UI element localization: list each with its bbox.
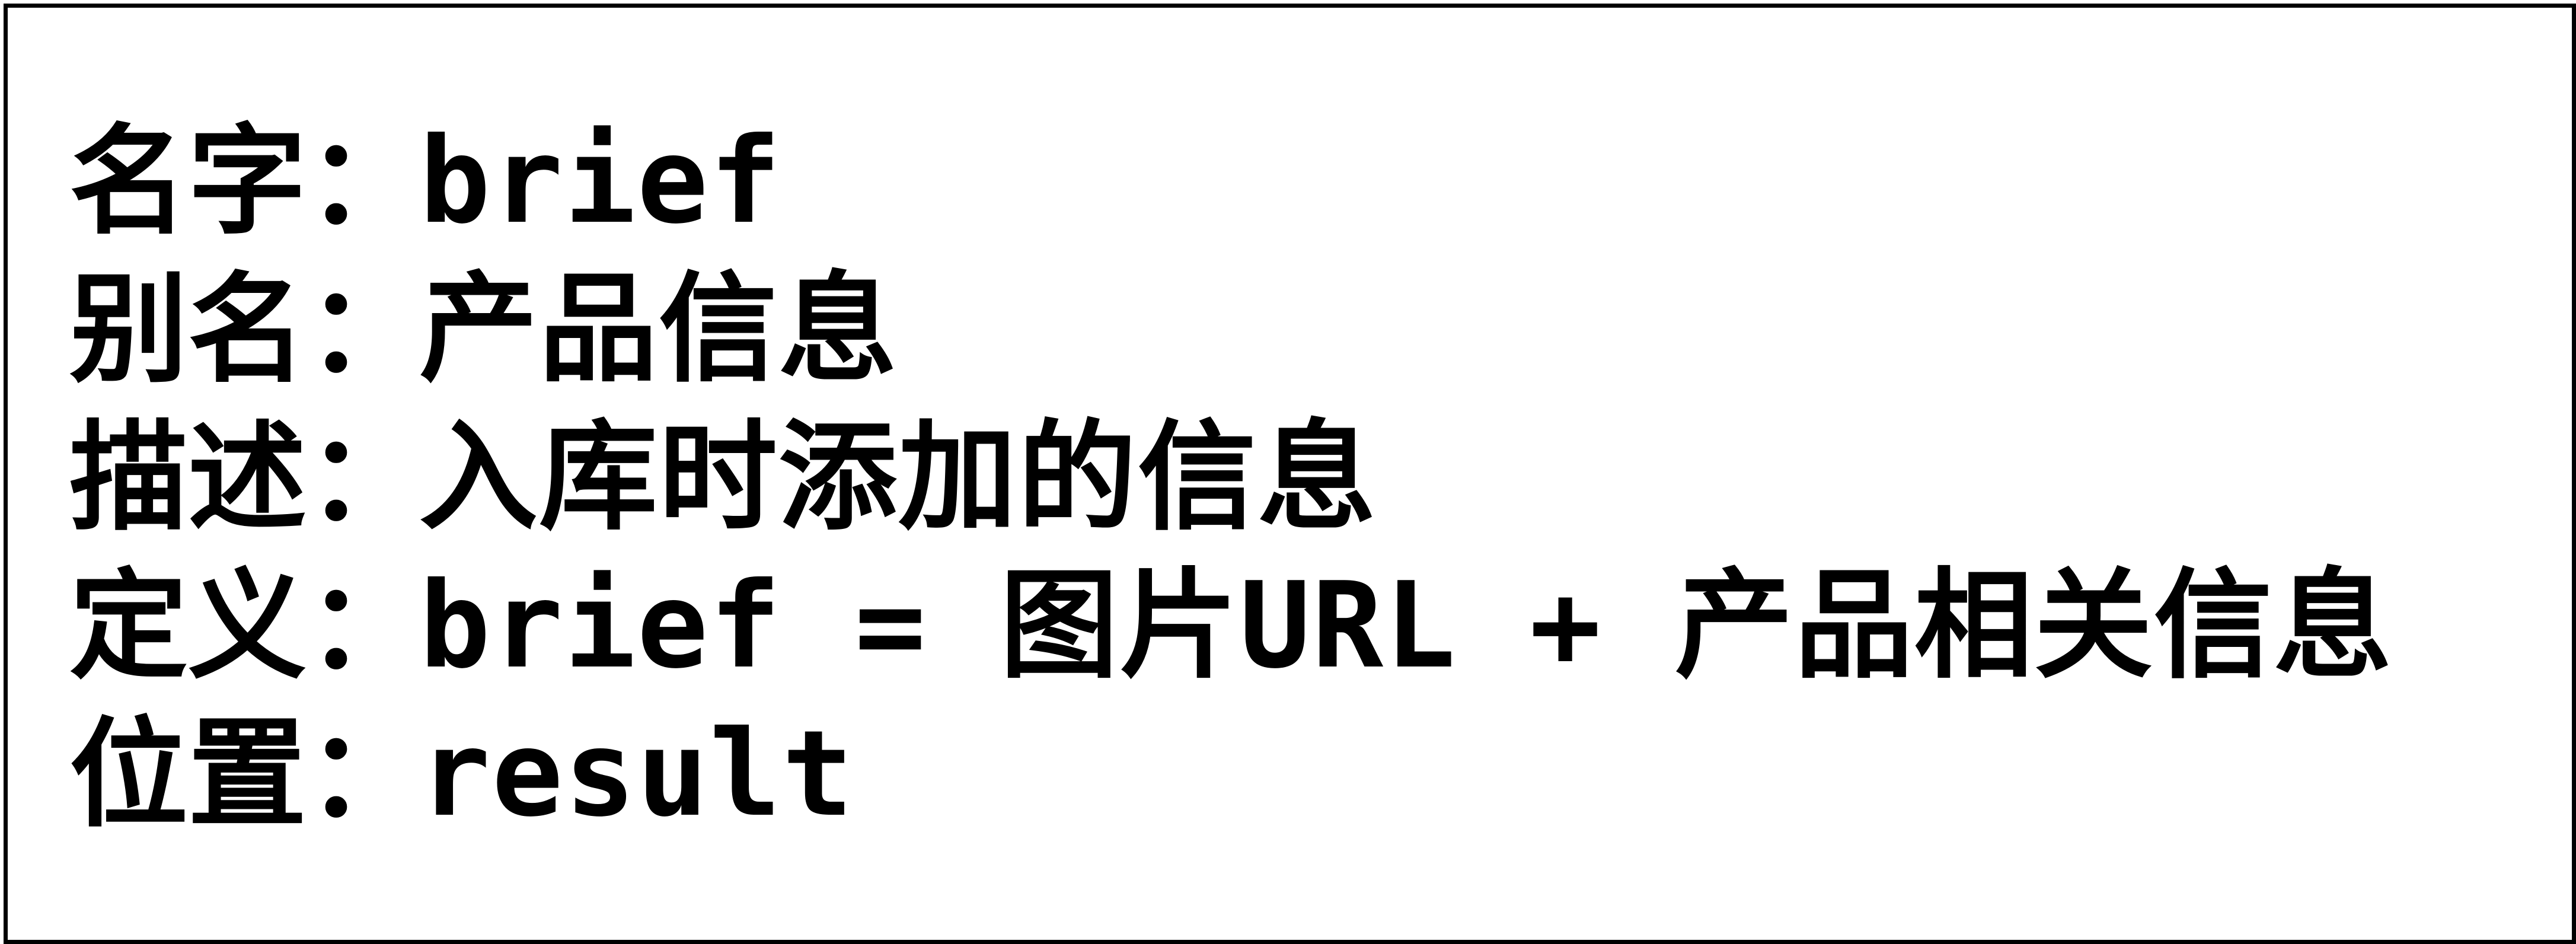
entry-separator: ： <box>307 704 426 844</box>
entry-label: 描述 <box>69 408 307 547</box>
entry-definition: 定义： brief = 图片URL + 产品相关信息 <box>69 552 2393 700</box>
entry-separator: ： <box>307 408 426 547</box>
entry-separator: ： <box>307 111 426 251</box>
entry-value: brief <box>419 112 783 250</box>
entry-label: 位置 <box>69 704 307 844</box>
entry-name: 名字： brief <box>69 107 2393 256</box>
entry-separator: ： <box>307 556 426 696</box>
entry-label: 定义 <box>69 556 307 696</box>
entry-alias: 别名：产品信息 <box>69 256 2393 404</box>
definition-list: 名字： brief 别名：产品信息 描述：入库时添加的信息 定义： brief = … <box>69 107 2393 849</box>
entry-location: 位置： result <box>69 700 2393 849</box>
entry-value: brief = 图片URL + 产品相关信息 <box>419 557 2393 695</box>
entry-label: 名字 <box>69 111 307 251</box>
entry-value: 产品信息 <box>419 260 899 398</box>
data-dictionary-box: 名字： brief 别名：产品信息 描述：入库时添加的信息 定义： brief = … <box>4 4 2576 944</box>
entry-value: 入库时添加的信息 <box>419 409 1378 547</box>
entry-description: 描述：入库时添加的信息 <box>69 404 2393 552</box>
entry-separator: ： <box>307 260 426 399</box>
entry-value: result <box>419 705 855 843</box>
entry-label: 别名 <box>69 260 307 399</box>
